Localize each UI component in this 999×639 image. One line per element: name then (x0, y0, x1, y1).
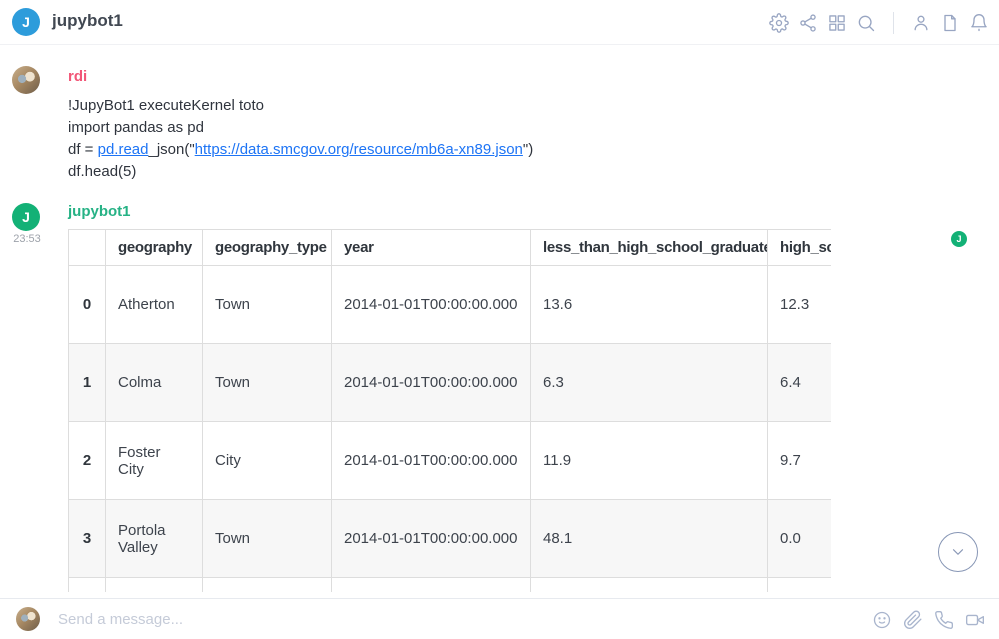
dataset-url-link[interactable]: https://data.smcgov.org/resource/mb6a-xn… (195, 141, 523, 158)
table-cell: 0.0 (768, 500, 832, 578)
column-header: geography (106, 230, 203, 266)
table-cell: Foster City (106, 422, 203, 500)
chat-app-window: J jupybot1 (0, 0, 999, 639)
video-camera-icon[interactable] (965, 610, 985, 630)
rdi-message-body: !JupyBot1 executeKernel toto import pand… (68, 95, 533, 183)
code-text: df = (68, 141, 98, 158)
table-cell: Colma (106, 344, 203, 422)
code-text: ") (523, 141, 533, 158)
message-line: import pandas as pd (68, 117, 533, 139)
room-title[interactable]: jupybot1 (52, 11, 123, 31)
table-cell: 2014-01-01T00:00:00.000 (332, 344, 531, 422)
table-cell: Atherton (106, 266, 203, 344)
row-index: 2 (69, 422, 106, 500)
document-icon[interactable] (940, 13, 960, 33)
badge-letter: J (956, 234, 961, 244)
table-cell: 9.7 (768, 422, 832, 500)
table-cell: 12.3 (768, 266, 832, 344)
table-row: 0 Atherton Town 2014-01-01T00:00:00.000 … (69, 266, 832, 344)
attachment-icon[interactable] (903, 610, 923, 630)
table-cell: City (203, 422, 332, 500)
table-header-row: geography geography_type year less_than_… (69, 230, 832, 266)
code-text: _json(" (148, 141, 194, 158)
row-index: 1 (69, 344, 106, 422)
room-avatar-letter: J (22, 14, 30, 30)
phone-icon[interactable] (934, 610, 954, 630)
share-icon[interactable] (798, 13, 818, 33)
message-line: df = pd.read_json("https://data.smcgov.o… (68, 139, 533, 161)
table-cell: Town (203, 266, 332, 344)
table-row: 1 Colma Town 2014-01-01T00:00:00.000 6.3… (69, 344, 832, 422)
dataframe-table: geography geography_type year less_than_… (68, 229, 831, 592)
jupybot1-avatar[interactable]: J (12, 203, 40, 231)
composer-actions (872, 599, 985, 639)
table-cell: Town (203, 500, 332, 578)
rdi-avatar[interactable] (12, 66, 40, 94)
room-avatar[interactable]: J (12, 8, 40, 36)
settings-icon[interactable] (769, 13, 789, 33)
column-header: high_school_graduate (768, 230, 832, 266)
bell-icon[interactable] (969, 13, 989, 33)
table-cell (203, 578, 332, 593)
table-cell: Portola Valley (106, 500, 203, 578)
table-cell (531, 578, 768, 593)
column-header: year (332, 230, 531, 266)
message-line: df.head(5) (68, 161, 533, 183)
table-cell: 48.1 (531, 500, 768, 578)
table-row: 2 Foster City City 2014-01-01T00:00:00.0… (69, 422, 832, 500)
topbar-divider (893, 12, 894, 34)
table-cell: 2014-01-01T00:00:00.000 (332, 266, 531, 344)
table-cell: 11.9 (531, 422, 768, 500)
table-cell (106, 578, 203, 593)
jump-to-bottom-button[interactable] (938, 532, 978, 572)
dataframe-table-container[interactable]: geography geography_type year less_than_… (68, 229, 831, 592)
user-icon[interactable] (911, 13, 931, 33)
jupybot1-username[interactable]: jupybot1 (68, 203, 131, 220)
table-cell: 13.6 (531, 266, 768, 344)
row-index: 0 (69, 266, 106, 344)
table-cell: 6.4 (768, 344, 832, 422)
jupybot1-avatar-letter: J (22, 209, 30, 225)
table-cell: 2014-01-01T00:00:00.000 (332, 422, 531, 500)
message-line: !JupyBot1 executeKernel toto (68, 95, 533, 117)
rdi-username[interactable]: rdi (68, 68, 87, 85)
top-bar: J jupybot1 (0, 0, 999, 45)
current-user-avatar (16, 607, 40, 631)
table-cell: Town (203, 344, 332, 422)
apps-grid-icon[interactable] (827, 13, 847, 33)
row-index (69, 578, 106, 593)
table-cell: 6.3 (531, 344, 768, 422)
topbar-actions (769, 0, 989, 45)
message-timestamp: 23:53 (12, 233, 42, 245)
column-header: geography_type (203, 230, 332, 266)
message-input[interactable] (58, 605, 848, 633)
message-composer (0, 598, 999, 639)
chevron-down-icon (949, 543, 967, 561)
table-row: 3 Portola Valley Town 2014-01-01T00:00:0… (69, 500, 832, 578)
table-cell (332, 578, 531, 593)
column-header: less_than_high_school_graduate (531, 230, 768, 266)
emoji-icon[interactable] (872, 610, 892, 630)
table-cell: 2014-01-01T00:00:00.000 (332, 500, 531, 578)
table-row-partial (69, 578, 832, 593)
row-index: 3 (69, 500, 106, 578)
search-icon[interactable] (856, 13, 876, 33)
pd-read-link[interactable]: pd.read (98, 141, 149, 158)
column-header (69, 230, 106, 266)
read-receipt-avatar-badge: J (951, 231, 967, 247)
table-cell (768, 578, 832, 593)
